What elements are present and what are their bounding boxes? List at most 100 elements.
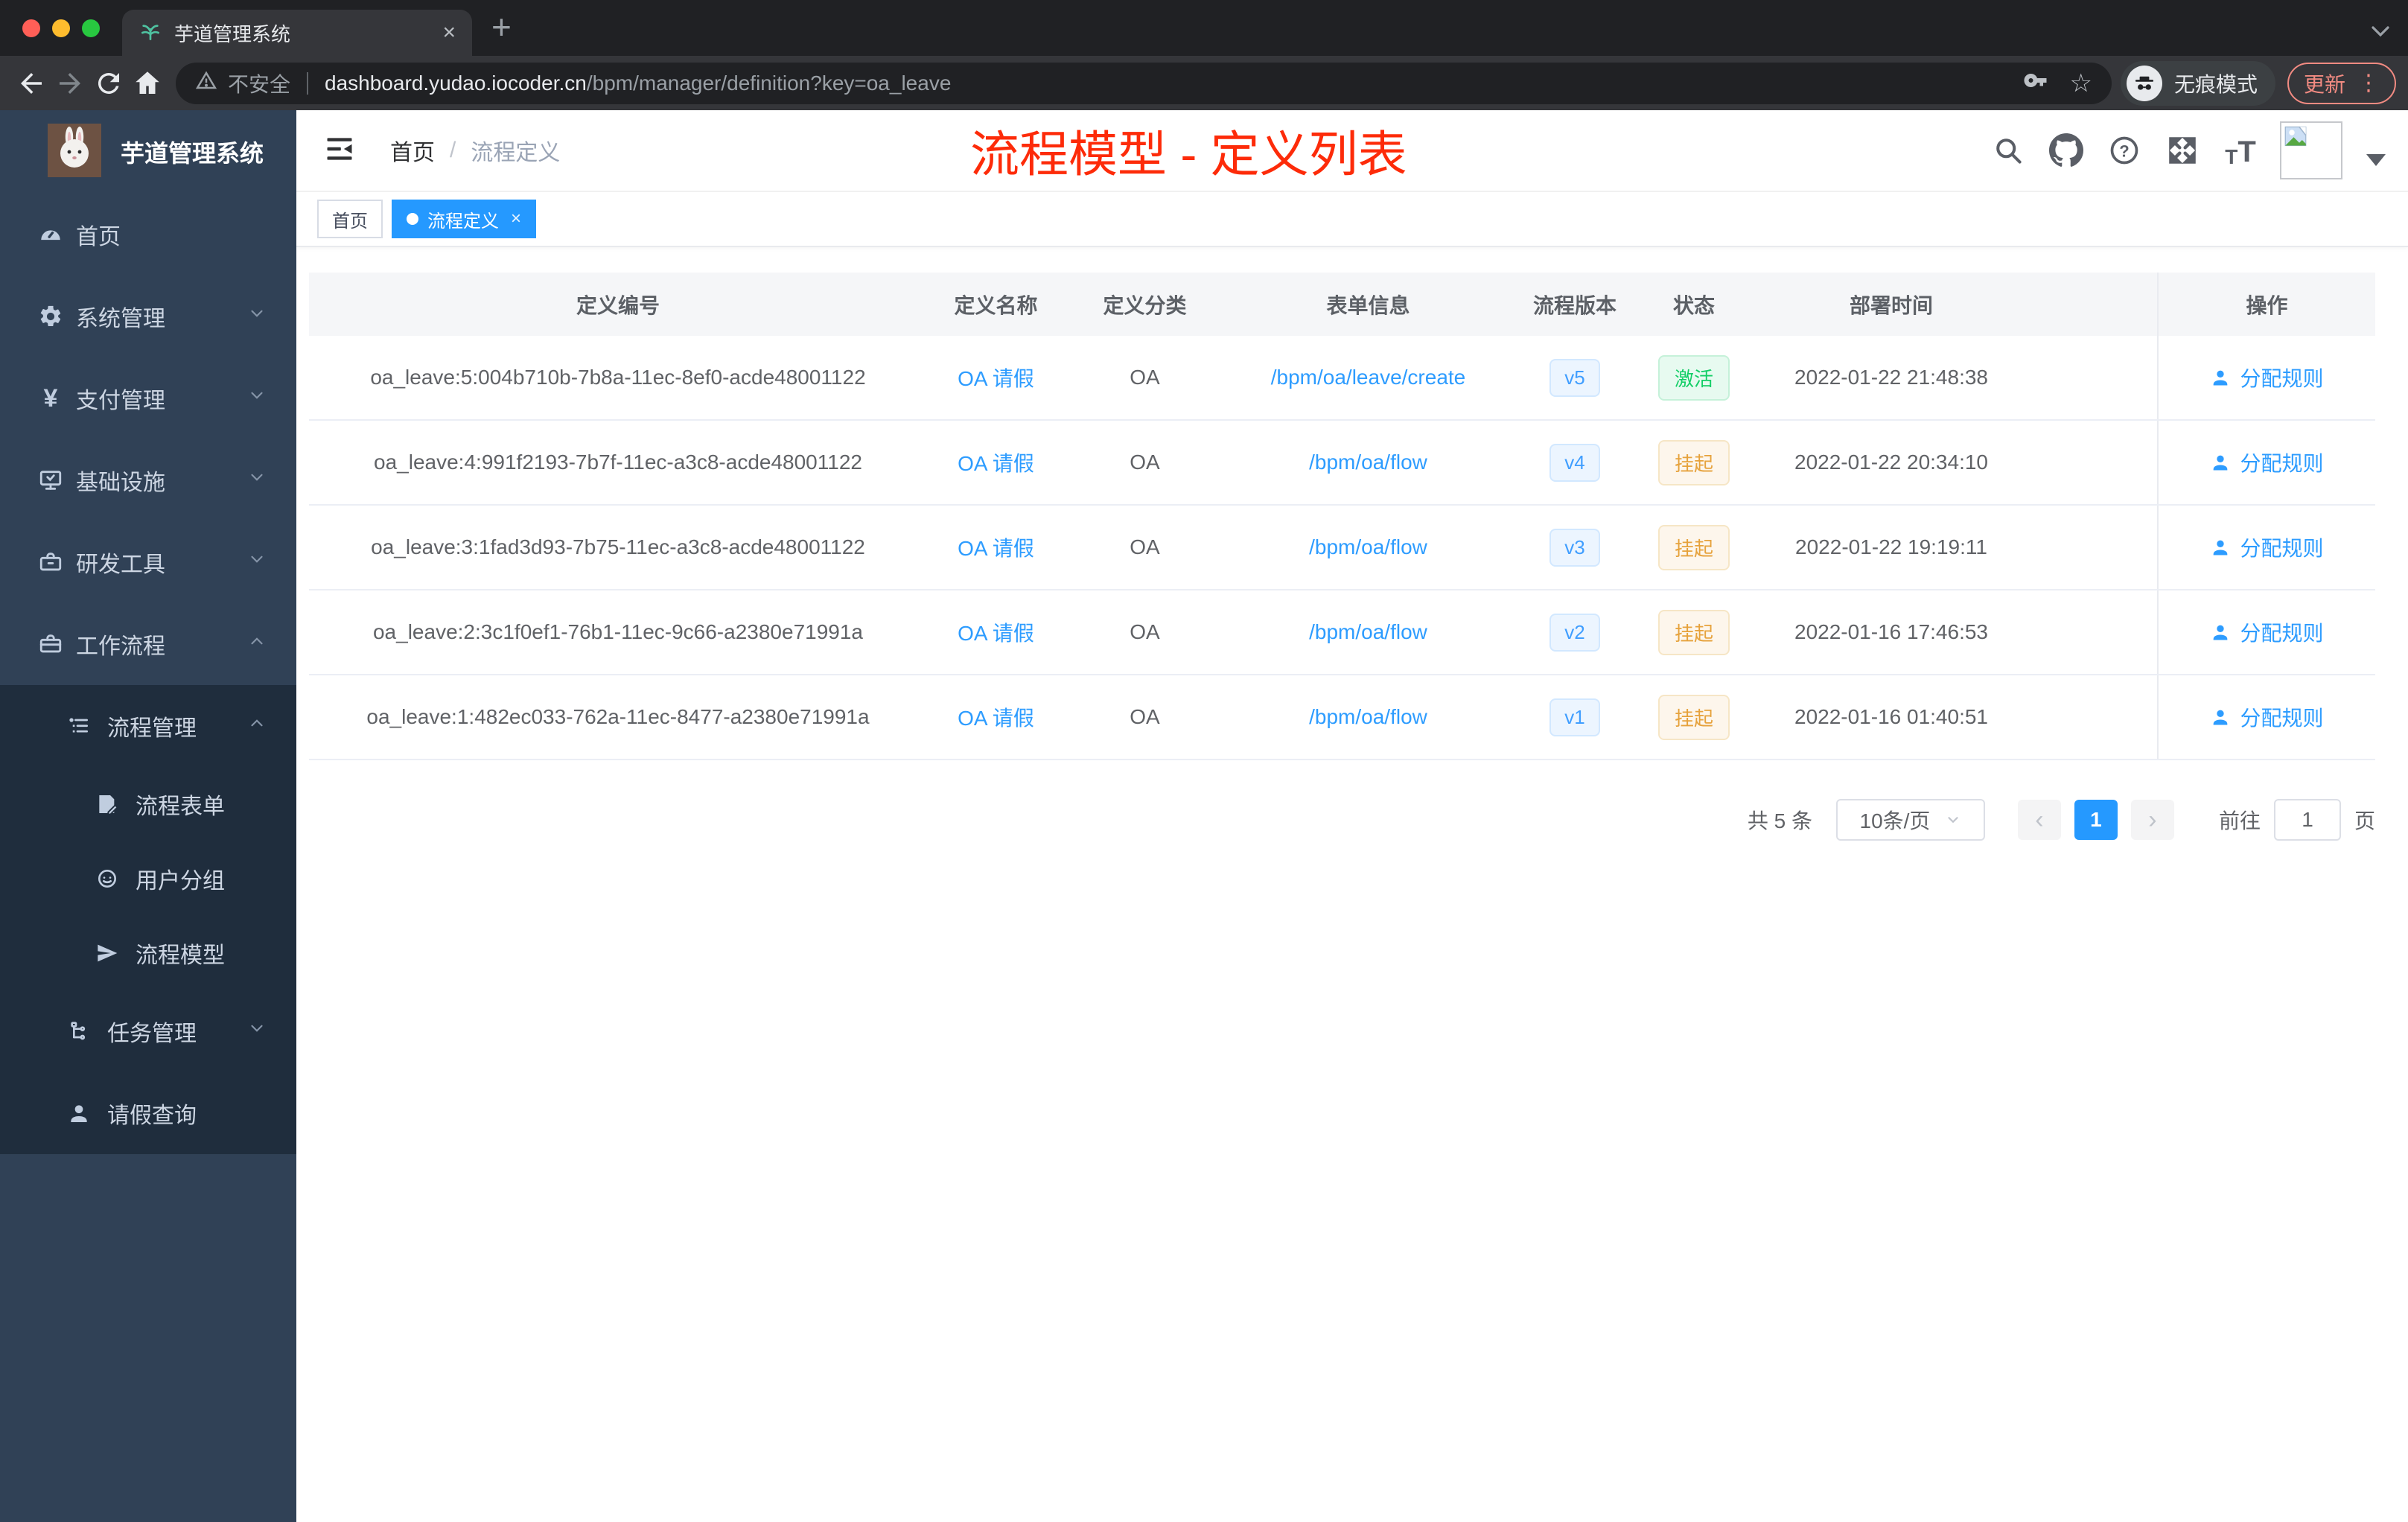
column-header-filler <box>2033 273 2157 336</box>
page-1-button[interactable]: 1 <box>2074 800 2118 840</box>
assign-rule-link[interactable]: 分配规则 <box>2210 363 2324 392</box>
column-header: 状态 <box>1672 293 1715 317</box>
github-icon[interactable] <box>2048 132 2085 169</box>
form-link[interactable]: /bpm/oa/flow <box>1309 450 1427 474</box>
version-badge: v4 <box>1549 443 1600 482</box>
search-icon[interactable] <box>1990 132 2027 169</box>
home-icon[interactable] <box>128 64 167 103</box>
forward-icon[interactable] <box>51 64 89 103</box>
window-close-button[interactable] <box>22 19 40 37</box>
not-secure-warning-icon <box>195 69 217 97</box>
browser-update-button[interactable]: 更新 ⋮ <box>2287 62 2396 104</box>
sidebar-item-user-group[interactable]: 用户分组 <box>0 841 296 916</box>
cell-deploy-time: 2022-01-22 19:19:11 <box>1795 535 1987 558</box>
sidebar-item-dev-tools[interactable]: 研发工具 <box>0 521 296 603</box>
tags-view-bar: 首页 流程定义 × <box>296 192 2408 247</box>
security-label: 不安全 <box>228 72 291 96</box>
cell-category: OA <box>1130 535 1160 558</box>
definition-name-link[interactable]: OA 请假 <box>958 532 1034 562</box>
goto-page-input[interactable] <box>2273 799 2341 841</box>
definition-name-link[interactable]: OA 请假 <box>958 702 1034 732</box>
chevron-down-icon <box>247 304 267 329</box>
sidebar-item-infrastructure[interactable]: 基础设施 <box>0 439 296 521</box>
cell-category: OA <box>1130 366 1160 389</box>
window-controls <box>0 0 122 56</box>
sidebar-item-payment[interactable]: ¥ 支付管理 <box>0 357 296 439</box>
definition-name-link[interactable]: OA 请假 <box>958 448 1034 477</box>
definition-name-link[interactable]: OA 请假 <box>958 617 1034 647</box>
breadcrumb-current: 流程定义 <box>471 141 561 165</box>
next-page-button[interactable]: › <box>2130 800 2174 840</box>
form-link[interactable]: /bpm/oa/flow <box>1309 620 1427 644</box>
assign-rule-link[interactable]: 分配规则 <box>2210 532 2324 562</box>
table-row: oa_leave:4:991f2193-7b7f-11ec-a3c8-acde4… <box>309 421 2375 506</box>
status-badge: 激活 <box>1657 354 1730 401</box>
sidebar-logo[interactable]: 芋道管理系统 <box>0 110 296 194</box>
assign-rule-link[interactable]: 分配规则 <box>2210 702 2324 732</box>
sidebar-item-process-form[interactable]: 流程表单 <box>0 767 296 841</box>
password-key-icon[interactable] <box>2023 67 2050 99</box>
fullscreen-icon[interactable] <box>2164 132 2201 169</box>
definition-name-link[interactable]: OA 请假 <box>958 363 1034 392</box>
avatar-dropdown-caret-icon[interactable] <box>2366 154 2386 166</box>
page-unit-label: 页 <box>2354 809 2375 832</box>
chevron-down-icon <box>247 1019 267 1044</box>
active-tag-dot <box>407 213 418 225</box>
tag-process-definition[interactable]: 流程定义 × <box>392 200 537 238</box>
sidebar-item-workflow[interactable]: 工作流程 <box>0 603 296 685</box>
page-size-select[interactable]: 10条/页 <box>1835 799 1985 841</box>
font-size-icon[interactable]: TT <box>2222 132 2259 169</box>
assign-rule-link[interactable]: 分配规则 <box>2210 448 2324 477</box>
table-header-row: 定义编号 定义名称 定义分类 表单信息 流程版本 状态 部署时间 操作 <box>309 273 2375 336</box>
chevron-down-icon <box>247 386 267 411</box>
sidebar-item-home[interactable]: 首页 <box>0 194 296 276</box>
tag-close-icon[interactable]: × <box>511 208 521 229</box>
cell-deploy-time: 2022-01-22 20:34:10 <box>1794 450 1988 474</box>
tab-search-chevron-icon[interactable] <box>2369 24 2392 42</box>
browser-tab[interactable]: 芋道管理系统 × <box>122 10 472 56</box>
new-tab-button[interactable]: + <box>491 4 512 50</box>
form-link[interactable]: /bpm/oa/leave/create <box>1271 366 1466 389</box>
version-badge: v3 <box>1549 528 1600 567</box>
sidebar-toggle-icon[interactable] <box>323 133 356 169</box>
form-link[interactable]: /bpm/oa/flow <box>1309 705 1427 729</box>
sidebar-item-label: 首页 <box>76 225 121 249</box>
window-minimize-button[interactable] <box>52 19 70 37</box>
browser-tabstrip: 芋道管理系统 × + <box>0 0 2408 56</box>
tree-icon <box>66 1018 92 1045</box>
sidebar-item-task-management[interactable]: 任务管理 <box>0 990 296 1072</box>
pagination-total: 共 5 条 <box>1747 809 1812 832</box>
breadcrumb-home[interactable]: 首页 <box>390 134 435 167</box>
form-link[interactable]: /bpm/oa/flow <box>1309 535 1427 559</box>
prev-page-button[interactable]: ‹ <box>2017 800 2061 840</box>
assign-rule-link[interactable]: 分配规则 <box>2210 617 2324 647</box>
incognito-label: 无痕模式 <box>2173 72 2258 96</box>
sidebar-item-process-management[interactable]: 流程管理 <box>0 685 296 767</box>
list-icon <box>66 713 92 739</box>
help-icon[interactable]: ? <box>2106 132 2143 169</box>
tab-close-icon[interactable]: × <box>442 22 456 44</box>
avatar[interactable] <box>2280 121 2342 179</box>
page-annotation: 流程模型 - 定义列表 <box>970 127 1407 182</box>
sidebar-item-label: 工作流程 <box>76 634 165 659</box>
favicon-plant-icon <box>138 19 162 47</box>
sidebar-item-process-model[interactable]: 流程模型 <box>0 916 296 990</box>
tag-home[interactable]: 首页 <box>317 200 383 238</box>
back-icon[interactable] <box>12 64 51 103</box>
reload-icon[interactable] <box>89 64 128 103</box>
version-badge: v2 <box>1549 613 1600 652</box>
url-path: /bpm/manager/definition?key=oa_leave <box>586 71 952 95</box>
yuan-icon: ¥ <box>43 383 58 413</box>
bookmark-star-icon[interactable]: ☆ <box>2069 69 2092 98</box>
address-bar[interactable]: 不安全 dashboard.yudao.iocoder.cn/bpm/manag… <box>176 62 2112 104</box>
browser-toolbar: 不安全 dashboard.yudao.iocoder.cn/bpm/manag… <box>0 56 2408 110</box>
sidebar-item-label: 请假查询 <box>107 1104 197 1128</box>
column-header: 流程版本 <box>1532 293 1617 317</box>
browser-menu-icon[interactable]: ⋮ <box>2357 70 2380 96</box>
status-badge: 挂起 <box>1657 609 1730 655</box>
window-zoom-button[interactable] <box>82 19 100 37</box>
table-row: oa_leave:3:1fad3d93-7b75-11ec-a3c8-acde4… <box>309 506 2375 590</box>
sidebar-item-label: 流程管理 <box>107 716 197 741</box>
sidebar-item-system[interactable]: 系统管理 <box>0 276 296 357</box>
sidebar-item-leave-query[interactable]: 请假查询 <box>0 1072 296 1154</box>
